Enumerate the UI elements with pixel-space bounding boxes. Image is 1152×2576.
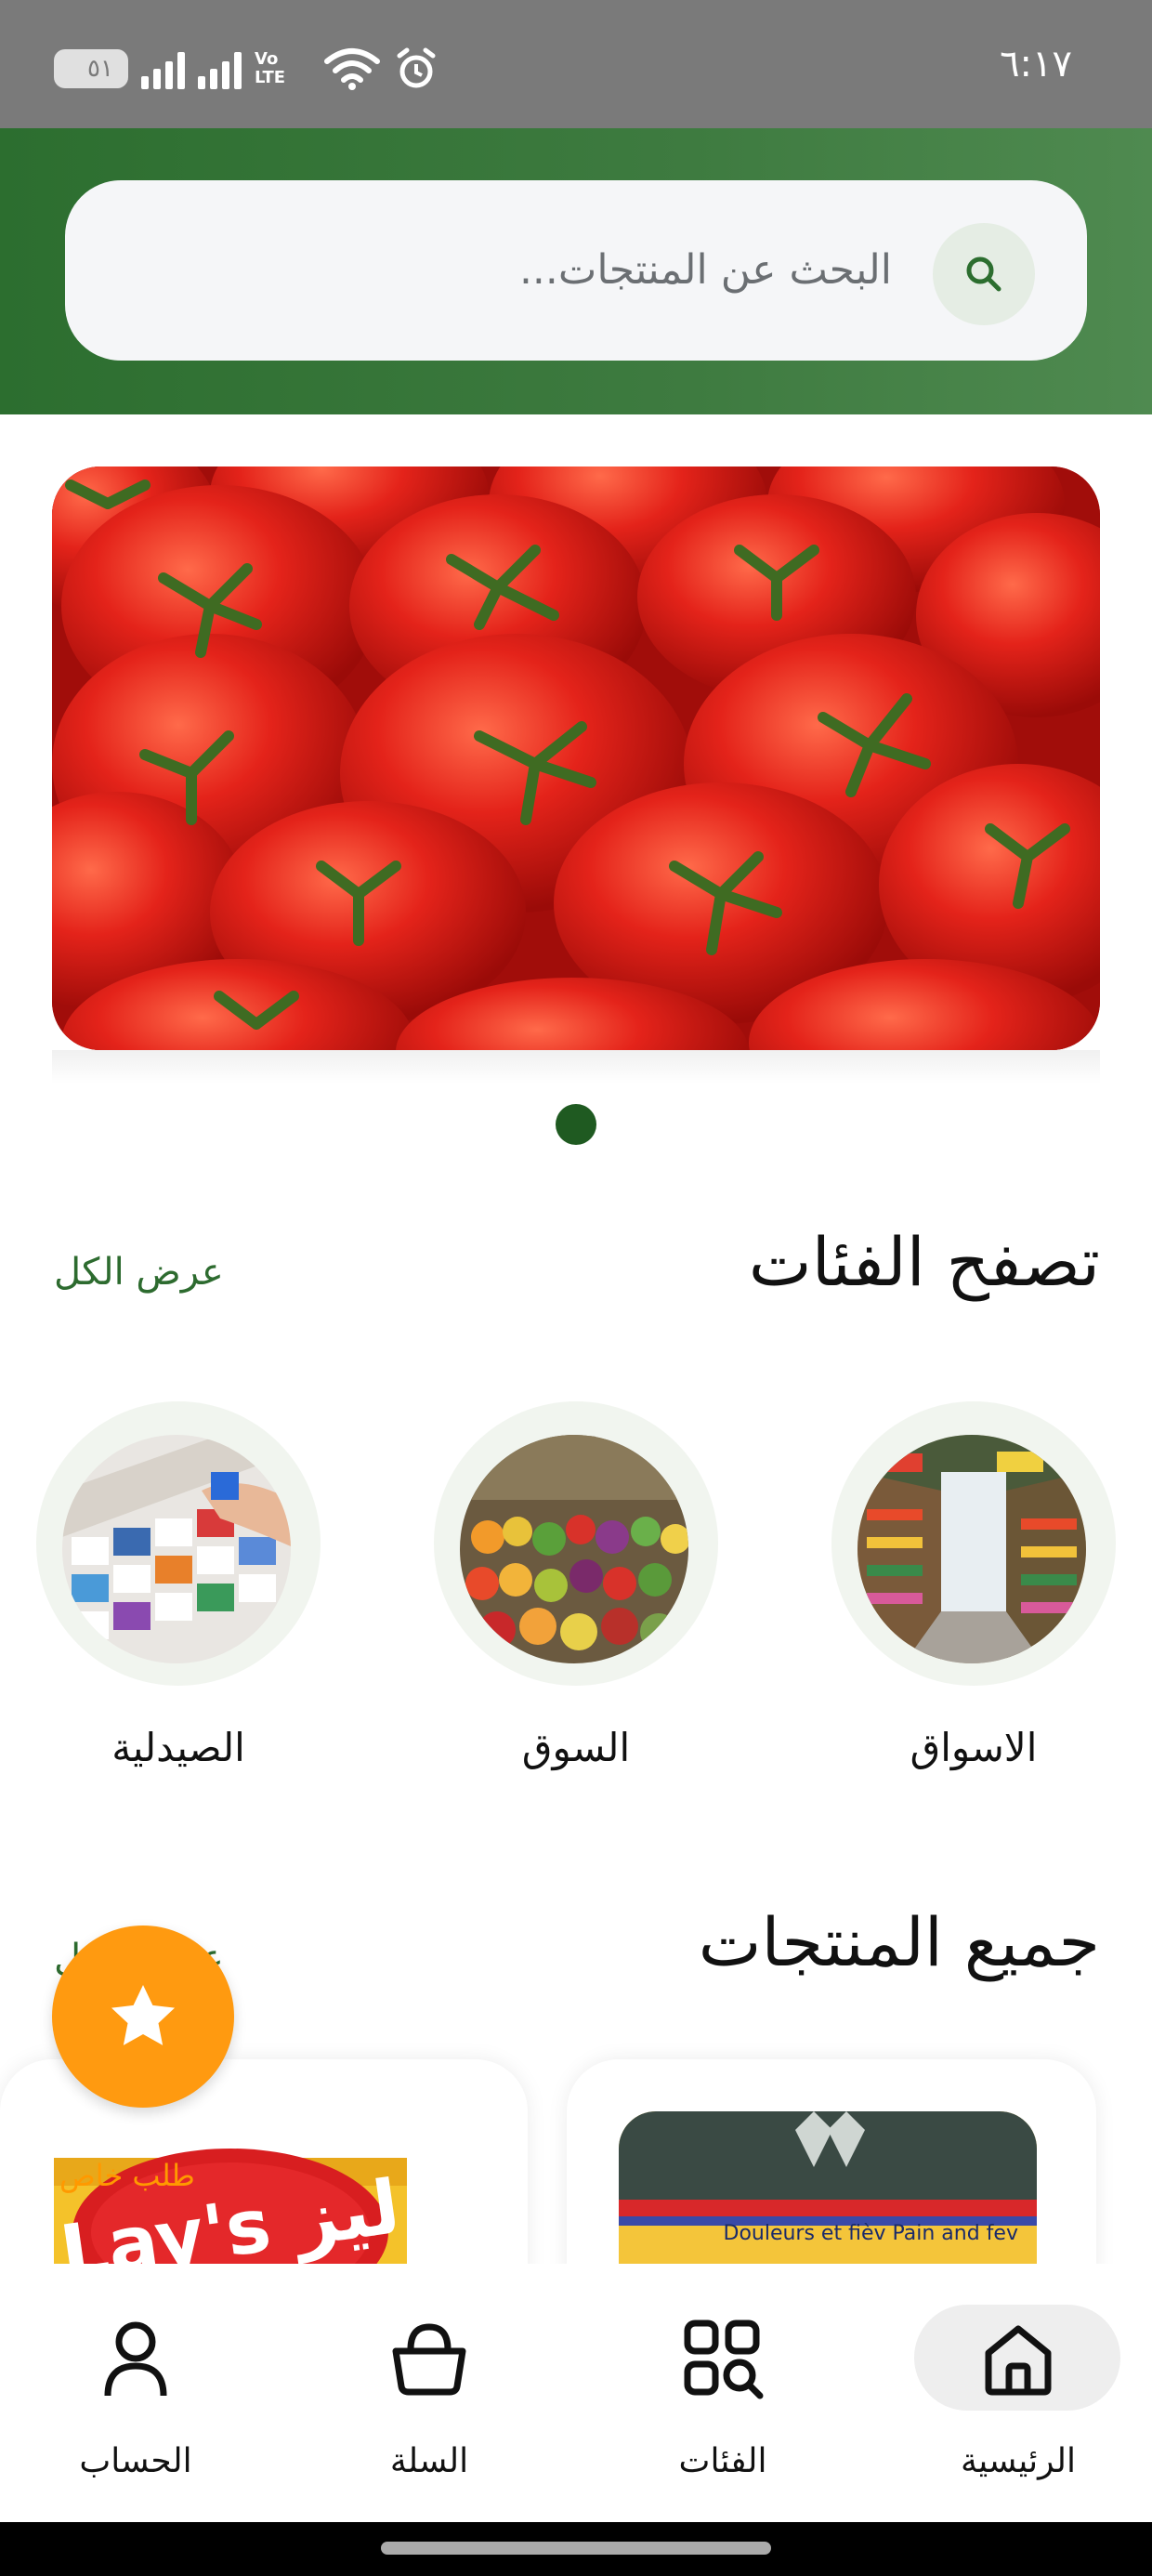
- battery-level: ٥١: [87, 55, 113, 83]
- nav-item-home[interactable]: الرئيسية: [897, 2264, 1139, 2522]
- status-bar: ٥١ Vo LTE ٦:١٧: [0, 0, 1152, 128]
- carousel-indicator-dot[interactable]: [556, 1104, 596, 1145]
- search-icon: [966, 256, 1001, 292]
- nav-label: الرئيسية: [961, 2442, 1076, 2480]
- categories-icon: [684, 2320, 764, 2399]
- alarm-icon: [397, 47, 436, 88]
- signal-icon: [141, 48, 185, 89]
- status-icons: ٥١ Vo LTE: [54, 43, 439, 95]
- bottom-navigation: الرئيسية الفئات السلة الحساب: [0, 2264, 1152, 2522]
- products-title: جميع المنتجات: [698, 1903, 1100, 1981]
- category-image-frame: [36, 1401, 321, 1686]
- search-bar[interactable]: البحث عن المنتجات...: [65, 180, 1087, 361]
- star-icon: [111, 1984, 176, 2045]
- app-screen: ٥١ Vo LTE ٦:١٧ البحث عن المنتجات... تصفح…: [0, 0, 1152, 2576]
- category-label: السوق: [521, 1725, 631, 1770]
- category-item-pharmacy[interactable]: الصيدلية: [20, 1401, 336, 1770]
- battery-icon: ٥١: [54, 49, 128, 88]
- categories-view-all-link[interactable]: عرض الكل: [54, 1251, 224, 1294]
- status-time: ٦:١٧: [1000, 43, 1072, 85]
- banner-shadow: [52, 1050, 1100, 1084]
- nav-item-categories[interactable]: الفئات: [602, 2264, 844, 2522]
- markets-image: [857, 1435, 1086, 1663]
- promo-banner[interactable]: [52, 467, 1100, 1050]
- header: البحث عن المنتجات...: [0, 128, 1152, 414]
- basket-icon: [392, 2323, 466, 2396]
- account-icon: [104, 2321, 167, 2397]
- home-indicator[interactable]: [381, 2542, 771, 2555]
- category-item-market[interactable]: السوق: [418, 1401, 734, 1770]
- nav-label: الفئات: [678, 2442, 767, 2480]
- nav-item-account[interactable]: الحساب: [15, 2264, 256, 2522]
- nav-label: السلة: [389, 2442, 469, 2480]
- special-order-tag: طلب خاص: [59, 2158, 195, 2193]
- category-image-frame: [831, 1401, 1116, 1686]
- special-order-fab[interactable]: [52, 1925, 234, 2108]
- search-input[interactable]: البحث عن المنتجات...: [519, 180, 892, 361]
- search-button[interactable]: [933, 223, 1035, 325]
- signal-icon-2: [198, 48, 242, 89]
- home-icon: [985, 2325, 1052, 2396]
- category-image-frame: [434, 1401, 718, 1686]
- categories-title: تصفح الفئات: [748, 1223, 1100, 1301]
- category-label: الصيدلية: [111, 1725, 245, 1770]
- volte-indicator: Vo LTE: [255, 49, 286, 87]
- category-item-markets[interactable]: الاسواق: [816, 1401, 1132, 1770]
- nav-item-cart[interactable]: السلة: [308, 2264, 550, 2522]
- product-image-text: Douleurs et fièv Pain and fev: [724, 2222, 1019, 2245]
- market-image: [460, 1435, 688, 1663]
- pharmacy-image: [62, 1435, 291, 1663]
- category-label: الاسواق: [910, 1725, 1038, 1770]
- wifi-icon: [324, 48, 380, 90]
- nav-label: الحساب: [79, 2442, 192, 2480]
- banner-image: [52, 467, 1100, 1050]
